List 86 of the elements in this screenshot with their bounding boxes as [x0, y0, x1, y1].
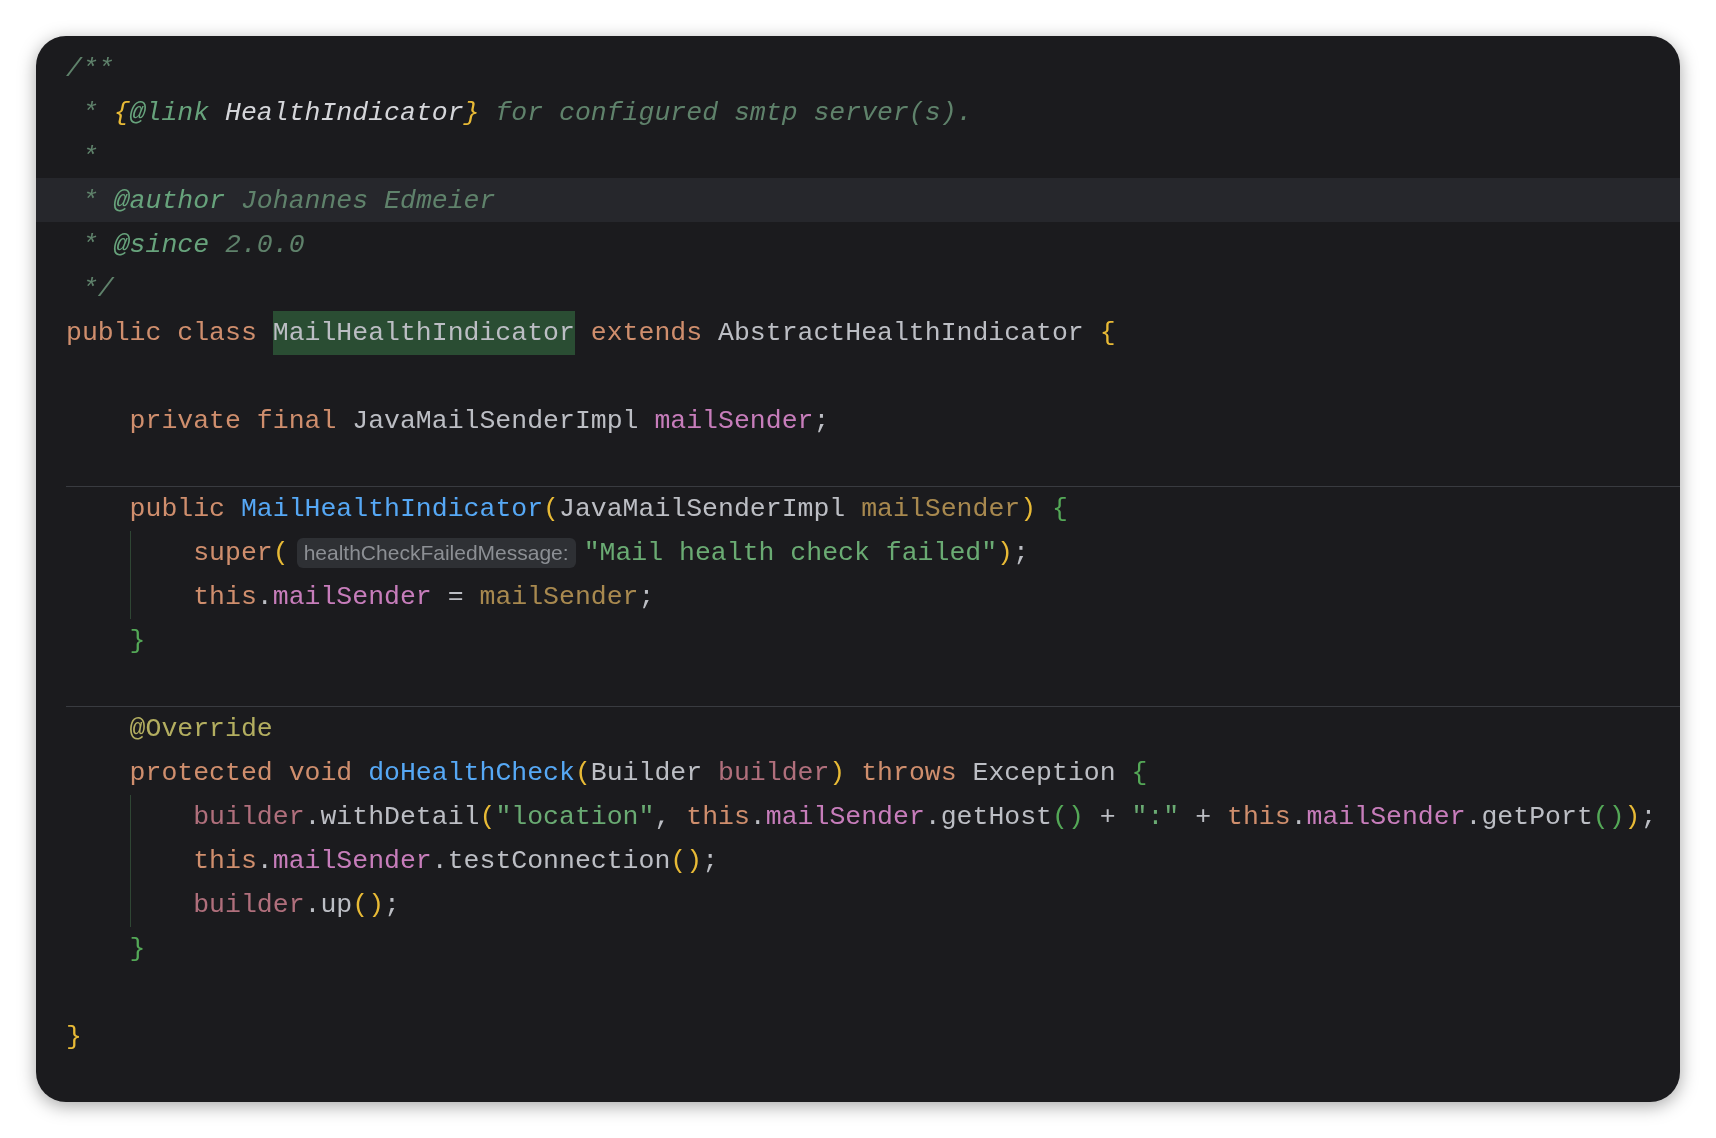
parameter-name: builder	[192, 800, 305, 834]
annotation: @Override	[128, 712, 273, 746]
field-name: mailSender	[654, 404, 814, 438]
field-name: mailSender	[1306, 800, 1466, 834]
code-text: JavaMailSenderImpl	[352, 404, 640, 438]
code-text: Exception	[972, 756, 1117, 790]
comment-text: /**	[66, 52, 114, 86]
method-name: doHealthCheck	[368, 756, 575, 790]
bracket: )	[1020, 492, 1037, 526]
code-text: .	[256, 844, 273, 878]
string-literal: ":"	[1131, 800, 1180, 834]
bracket: (	[543, 492, 559, 526]
bracket: {	[1099, 316, 1116, 350]
keyword: public class	[66, 316, 258, 350]
bracket: ()	[1052, 800, 1084, 834]
bracket: }	[128, 624, 146, 658]
keyword: this	[1227, 800, 1291, 834]
comment-text: *	[80, 140, 98, 174]
keyword: this	[192, 844, 257, 878]
bracket: ()	[352, 888, 385, 922]
keyword: super	[192, 536, 273, 570]
comment-text: *	[80, 184, 99, 218]
doc-tag: @author	[113, 178, 241, 223]
code-text: .withDetail	[304, 800, 480, 834]
bracket: }	[66, 1020, 82, 1054]
code-text: ;	[384, 888, 400, 922]
keyword: this	[686, 800, 750, 834]
code-text: JavaMailSenderImpl	[559, 492, 847, 526]
bracket: {	[1131, 756, 1148, 790]
keyword: protected void	[128, 756, 354, 790]
keyword: throws	[860, 756, 958, 790]
comment-text: */	[80, 272, 114, 306]
code-text: ;	[702, 844, 719, 878]
code-text: .getPort	[1465, 800, 1593, 834]
keyword: this	[192, 580, 257, 614]
doc-brace: }	[463, 96, 480, 130]
comment-text: Johannes Edmeier	[240, 184, 496, 218]
highlighted-identifier: MailHealthIndicator	[272, 310, 575, 355]
bracket: (	[272, 536, 289, 570]
bracket: )	[1624, 800, 1641, 834]
parameter-name: mailSender	[861, 492, 1021, 526]
parameter-name: mailSender	[479, 580, 639, 614]
code-text: ;	[813, 404, 830, 438]
comment-text: *	[80, 96, 99, 130]
bracket: )	[829, 756, 846, 790]
code-text: .testConnection	[431, 844, 671, 878]
code-text: .	[256, 580, 273, 614]
code-text: .	[749, 800, 766, 834]
field-name: mailSender	[272, 844, 432, 878]
keyword: private final	[128, 404, 338, 438]
bracket: (	[479, 800, 496, 834]
parameter-name: builder	[192, 888, 305, 922]
doc-tag: @link	[129, 90, 226, 135]
code-text: ;	[1640, 800, 1657, 834]
code-text: ;	[1013, 536, 1029, 570]
keyword: extends	[589, 316, 704, 350]
code-text: .	[1290, 800, 1307, 834]
code-text: ,	[654, 800, 672, 834]
method-name: MailHealthIndicator	[240, 492, 544, 526]
doc-brace: {	[113, 96, 130, 130]
string-literal: "location"	[495, 800, 655, 834]
bracket: ()	[670, 844, 703, 878]
keyword: public	[128, 492, 227, 526]
bracket: (	[574, 756, 591, 790]
code-text: ;	[638, 580, 655, 614]
code-text: .getHost	[924, 800, 1053, 834]
bracket: )	[997, 536, 1013, 570]
parameter-name: builder	[718, 756, 830, 790]
code-text: .up	[304, 888, 353, 922]
code-text: +	[1098, 800, 1117, 834]
field-name: mailSender	[765, 800, 925, 834]
comment-text: *	[80, 228, 99, 262]
doc-reference: HealthIndicator	[225, 96, 464, 130]
string-literal: "Mail health check failed"	[583, 536, 998, 570]
comment-text: for configured smtp server(s).	[494, 96, 973, 130]
comment-text: 2.0.0	[225, 228, 305, 262]
parameter-hint: healthCheckFailedMessage:	[296, 537, 576, 568]
code-text: Builder	[590, 756, 704, 790]
bracket: }	[128, 932, 146, 966]
field-name: mailSender	[272, 580, 432, 614]
bracket: ()	[1592, 800, 1625, 834]
code-text: +	[1194, 800, 1213, 834]
bracket: {	[1051, 492, 1068, 526]
code-text: AbstractHealthIndicator	[718, 316, 1085, 350]
doc-tag: @since	[113, 222, 226, 267]
code-text: =	[446, 580, 465, 614]
